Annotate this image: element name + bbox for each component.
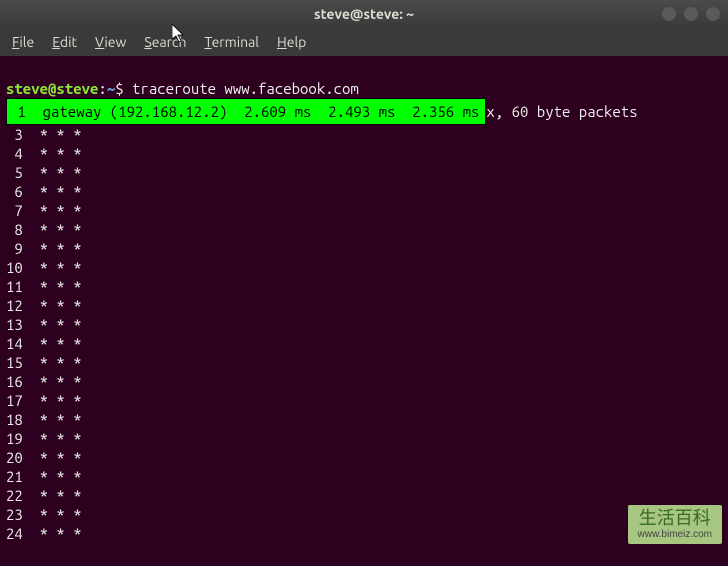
info-tail: x, 60 byte packets	[486, 103, 637, 120]
hop-row: 3 * * *	[6, 125, 722, 144]
maximize-button[interactable]	[684, 7, 698, 21]
hop-row: 16 * * *	[6, 372, 722, 391]
menu-terminal[interactable]: Terminal	[196, 30, 267, 54]
hop-row: 8 * * *	[6, 220, 722, 239]
hop-row: 5 * * *	[6, 163, 722, 182]
window-controls	[662, 7, 720, 21]
prompt-colon: :	[98, 80, 106, 97]
highlighted-hop-row: 1 gateway (192.168.12.2) 2.609 ms 2.493 …	[6, 98, 486, 125]
prompt-user-host: steve@steve	[6, 80, 98, 97]
menu-view[interactable]: View	[87, 30, 134, 54]
watermark: 生活百科 www.bimeiz.com	[628, 505, 722, 544]
hop-row: 21 * * *	[6, 467, 722, 486]
watermark-url: www.bimeiz.com	[638, 529, 712, 540]
hop-row: 17 * * *	[6, 391, 722, 410]
menu-file[interactable]: File	[4, 30, 42, 54]
hop-row: 15 * * *	[6, 353, 722, 372]
hop-row: 10 * * *	[6, 258, 722, 277]
hops-container: 3 * * * 4 * * * 5 * * * 6 * * * 7 * * * …	[6, 125, 722, 543]
menu-help[interactable]: Help	[269, 30, 314, 54]
window-titlebar: steve@steve: ~	[0, 0, 728, 28]
menu-search[interactable]: Search	[136, 30, 194, 54]
hop-row: 23 * * *	[6, 505, 722, 524]
hop-row: 18 * * *	[6, 410, 722, 429]
close-button[interactable]	[706, 7, 720, 21]
hop-row: 19 * * *	[6, 429, 722, 448]
hop-row: 11 * * *	[6, 277, 722, 296]
prompt-path: ~	[107, 80, 115, 97]
hop-row: 13 * * *	[6, 315, 722, 334]
hop-row: 12 * * *	[6, 296, 722, 315]
hop-row: 14 * * *	[6, 334, 722, 353]
hop-row: 24 * * *	[6, 524, 722, 543]
prompt-dollar: $	[115, 80, 132, 97]
hop-row: 7 * * *	[6, 201, 722, 220]
menu-bar: File Edit View Search Terminal Help	[0, 28, 728, 56]
hop-row: 6 * * *	[6, 182, 722, 201]
hop-row: 22 * * *	[6, 486, 722, 505]
watermark-text: 生活百科	[638, 509, 712, 529]
menu-edit[interactable]: Edit	[44, 30, 85, 54]
hop-row: 20 * * *	[6, 448, 722, 467]
hop-row: 4 * * *	[6, 144, 722, 163]
terminal-output[interactable]: steve@steve:~$ traceroute www.facebook.c…	[0, 56, 728, 566]
command-text: traceroute www.facebook.com	[132, 80, 359, 97]
window-title: steve@steve: ~	[314, 6, 414, 22]
hop-row: 9 * * *	[6, 239, 722, 258]
minimize-button[interactable]	[662, 7, 676, 21]
